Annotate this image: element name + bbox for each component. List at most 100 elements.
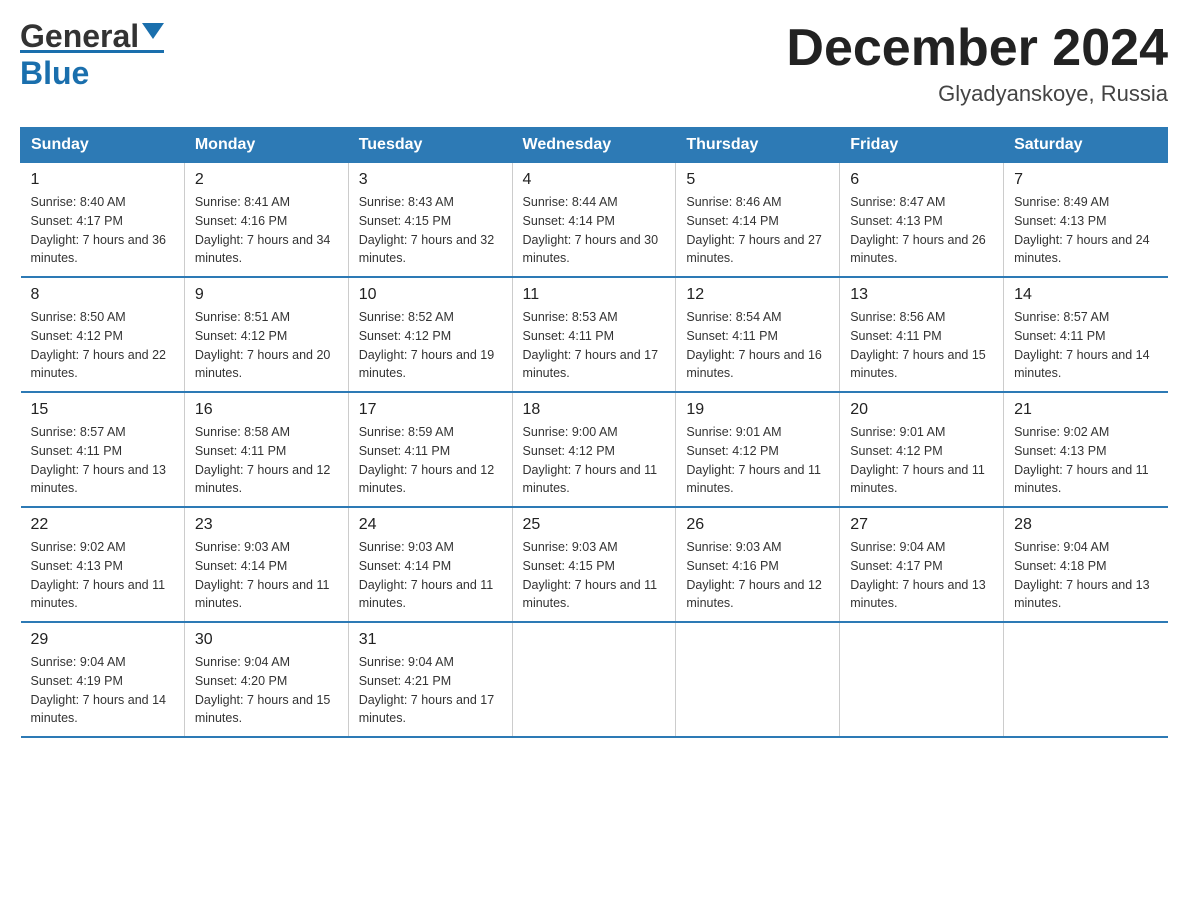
day-number: 25 [523,516,666,534]
week-row-1: 1 Sunrise: 8:40 AMSunset: 4:17 PMDaylight… [21,163,1168,278]
day-cell: 30 Sunrise: 9:04 AMSunset: 4:20 PMDayligh… [184,622,348,737]
day-number: 26 [686,516,829,534]
day-info: Sunrise: 9:04 AMSunset: 4:18 PMDaylight:… [1014,538,1157,613]
week-row-3: 15 Sunrise: 8:57 AMSunset: 4:11 PMDayligh… [21,392,1168,507]
day-info: Sunrise: 8:57 AMSunset: 4:11 PMDaylight:… [31,423,174,498]
location: Glyadyanskoye, Russia [786,81,1168,107]
day-number: 8 [31,286,174,304]
day-number: 4 [523,171,666,189]
day-info: Sunrise: 8:58 AMSunset: 4:11 PMDaylight:… [195,423,338,498]
day-cell: 5Sunrise: 8:46 AMSunset: 4:14 PMDaylight… [676,163,840,278]
day-number: 18 [523,401,666,419]
day-info: Sunrise: 8:56 AMSunset: 4:11 PMDaylight:… [850,308,993,383]
day-info: Sunrise: 9:01 AMSunset: 4:12 PMDaylight:… [686,423,829,498]
day-cell: 15 Sunrise: 8:57 AMSunset: 4:11 PMDayligh… [21,392,185,507]
month-title: December 2024 [786,20,1168,77]
day-cell [676,622,840,737]
logo-main: General [20,20,164,52]
day-number: 23 [195,516,338,534]
day-of-week-monday: Monday [184,128,348,163]
day-info: Sunrise: 9:04 AMSunset: 4:20 PMDaylight:… [195,653,338,728]
day-number: 7 [1014,171,1157,189]
day-cell: 12 Sunrise: 8:54 AMSunset: 4:11 PMDayligh… [676,277,840,392]
day-of-week-thursday: Thursday [676,128,840,163]
day-info: Sunrise: 8:40 AMSunset: 4:17 PMDaylight:… [31,193,174,268]
day-info: Sunrise: 8:41 AMSunset: 4:16 PMDaylight:… [195,193,338,268]
day-cell: 25 Sunrise: 9:03 AMSunset: 4:15 PMDayligh… [512,507,676,622]
day-cell: 17 Sunrise: 8:59 AMSunset: 4:11 PMDayligh… [348,392,512,507]
day-info: Sunrise: 9:04 AMSunset: 4:17 PMDaylight:… [850,538,993,613]
day-number: 6 [850,171,993,189]
day-cell: 31 Sunrise: 9:04 AMSunset: 4:21 PMDayligh… [348,622,512,737]
day-info: Sunrise: 9:03 AMSunset: 4:16 PMDaylight:… [686,538,829,613]
day-cell: 3Sunrise: 8:43 AMSunset: 4:15 PMDaylight… [348,163,512,278]
day-number: 30 [195,631,338,649]
calendar-table: SundayMondayTuesdayWednesdayThursdayFrid… [20,127,1168,738]
day-number: 17 [359,401,502,419]
day-number: 28 [1014,516,1157,534]
day-cell: 13 Sunrise: 8:56 AMSunset: 4:11 PMDayligh… [840,277,1004,392]
day-info: Sunrise: 9:03 AMSunset: 4:15 PMDaylight:… [523,538,666,613]
day-cell: 26 Sunrise: 9:03 AMSunset: 4:16 PMDayligh… [676,507,840,622]
day-of-week-friday: Friday [840,128,1004,163]
day-number: 16 [195,401,338,419]
day-number: 24 [359,516,502,534]
day-cell: 19 Sunrise: 9:01 AMSunset: 4:12 PMDayligh… [676,392,840,507]
day-info: Sunrise: 8:51 AMSunset: 4:12 PMDaylight:… [195,308,338,383]
day-cell: 22Sunrise: 9:02 AMSunset: 4:13 PMDayligh… [21,507,185,622]
title-area: December 2024 Glyadyanskoye, Russia [786,20,1168,107]
day-number: 27 [850,516,993,534]
day-info: Sunrise: 9:04 AMSunset: 4:21 PMDaylight:… [359,653,502,728]
day-cell: 24Sunrise: 9:03 AMSunset: 4:14 PMDayligh… [348,507,512,622]
day-cell [840,622,1004,737]
day-cell: 16 Sunrise: 8:58 AMSunset: 4:11 PMDayligh… [184,392,348,507]
day-number: 15 [31,401,174,419]
calendar-body: 1 Sunrise: 8:40 AMSunset: 4:17 PMDaylight… [21,163,1168,738]
day-cell: 23 Sunrise: 9:03 AMSunset: 4:14 PMDayligh… [184,507,348,622]
day-number: 31 [359,631,502,649]
day-cell: 20Sunrise: 9:01 AMSunset: 4:12 PMDayligh… [840,392,1004,507]
day-cell: 27 Sunrise: 9:04 AMSunset: 4:17 PMDayligh… [840,507,1004,622]
day-number: 12 [686,286,829,304]
day-info: Sunrise: 8:44 AMSunset: 4:14 PMDaylight:… [523,193,666,268]
day-cell: 14Sunrise: 8:57 AMSunset: 4:11 PMDayligh… [1004,277,1168,392]
day-cell: 29 Sunrise: 9:04 AMSunset: 4:19 PMDayligh… [21,622,185,737]
day-cell: 11Sunrise: 8:53 AMSunset: 4:11 PMDayligh… [512,277,676,392]
day-cell: 8 Sunrise: 8:50 AMSunset: 4:12 PMDaylight… [21,277,185,392]
day-number: 20 [850,401,993,419]
week-row-5: 29 Sunrise: 9:04 AMSunset: 4:19 PMDayligh… [21,622,1168,737]
day-number: 19 [686,401,829,419]
day-cell: 10Sunrise: 8:52 AMSunset: 4:12 PMDayligh… [348,277,512,392]
day-info: Sunrise: 9:02 AMSunset: 4:13 PMDaylight:… [31,538,174,613]
day-number: 13 [850,286,993,304]
day-number: 21 [1014,401,1157,419]
day-number: 2 [195,171,338,189]
day-cell: 1 Sunrise: 8:40 AMSunset: 4:17 PMDaylight… [21,163,185,278]
day-of-week-sunday: Sunday [21,128,185,163]
day-info: Sunrise: 9:02 AMSunset: 4:13 PMDaylight:… [1014,423,1157,498]
week-row-2: 8 Sunrise: 8:50 AMSunset: 4:12 PMDaylight… [21,277,1168,392]
logo-blue: Blue [20,55,89,91]
day-info: Sunrise: 8:53 AMSunset: 4:11 PMDaylight:… [523,308,666,383]
header-row: SundayMondayTuesdayWednesdayThursdayFrid… [21,128,1168,163]
day-of-week-wednesday: Wednesday [512,128,676,163]
day-cell: 18Sunrise: 9:00 AMSunset: 4:12 PMDayligh… [512,392,676,507]
day-cell: 7 Sunrise: 8:49 AMSunset: 4:13 PMDaylight… [1004,163,1168,278]
day-number: 14 [1014,286,1157,304]
day-cell: 6 Sunrise: 8:47 AMSunset: 4:13 PMDaylight… [840,163,1004,278]
day-info: Sunrise: 8:54 AMSunset: 4:11 PMDaylight:… [686,308,829,383]
calendar-header: SundayMondayTuesdayWednesdayThursdayFrid… [21,128,1168,163]
day-number: 1 [31,171,174,189]
day-number: 29 [31,631,174,649]
day-number: 9 [195,286,338,304]
day-info: Sunrise: 9:03 AMSunset: 4:14 PMDaylight:… [195,538,338,613]
day-info: Sunrise: 8:47 AMSunset: 4:13 PMDaylight:… [850,193,993,268]
day-info: Sunrise: 8:46 AMSunset: 4:14 PMDaylight:… [686,193,829,268]
day-of-week-tuesday: Tuesday [348,128,512,163]
day-cell: 2 Sunrise: 8:41 AMSunset: 4:16 PMDaylight… [184,163,348,278]
day-info: Sunrise: 8:49 AMSunset: 4:13 PMDaylight:… [1014,193,1157,268]
day-info: Sunrise: 8:50 AMSunset: 4:12 PMDaylight:… [31,308,174,383]
day-info: Sunrise: 9:04 AMSunset: 4:19 PMDaylight:… [31,653,174,728]
logo: General Blue [20,20,164,92]
day-info: Sunrise: 8:59 AMSunset: 4:11 PMDaylight:… [359,423,502,498]
